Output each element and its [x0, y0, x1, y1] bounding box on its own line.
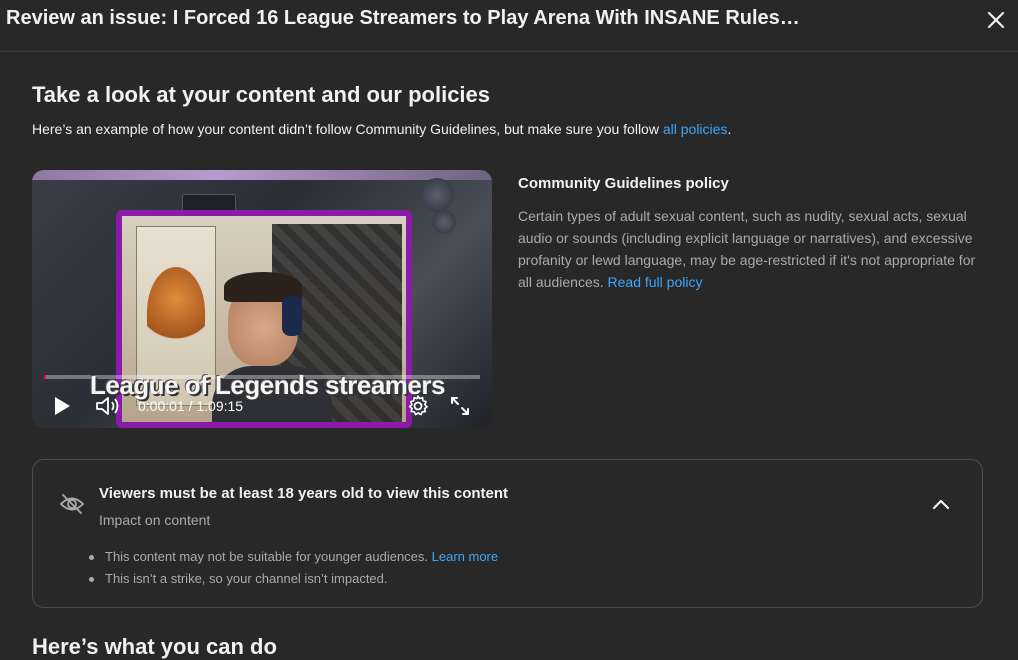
close-button[interactable] [982, 6, 1010, 34]
list-item: This isn’t a strike, so your channel isn… [89, 568, 498, 590]
policy-title: Community Guidelines policy [518, 175, 729, 192]
impact-card: Viewers must be at least 18 years old to… [32, 459, 983, 608]
video-caption: League of Legends streamers [90, 370, 445, 400]
play-button[interactable] [50, 394, 74, 418]
bullet-dot [89, 555, 94, 560]
collapse-button[interactable] [929, 492, 953, 516]
settings-gear-icon [408, 395, 428, 416]
dialog-header: Review an issue: I Forced 16 League Stre… [0, 0, 1018, 52]
close-icon [987, 11, 1005, 29]
fullscreen-icon [451, 397, 469, 415]
policy-description: Certain types of adult sexual content, s… [518, 205, 988, 293]
intro-prefix: Here’s an example of how your content di… [32, 121, 663, 137]
impact-bullets: This content may not be suitable for you… [89, 546, 498, 590]
volume-icon [96, 397, 119, 415]
video-progress-fill [44, 375, 47, 379]
intro-text: Here’s an example of how your content di… [32, 121, 731, 137]
bullet-dot [89, 577, 94, 582]
eye-off-icon [59, 491, 85, 517]
video-headset [282, 296, 302, 336]
all-policies-link[interactable]: all policies [663, 121, 728, 137]
bullet-text: This isn’t a strike, so your channel isn… [105, 571, 388, 586]
list-item: This content may not be suitable for you… [89, 546, 498, 568]
video-frame-strip [32, 170, 492, 180]
dialog-title: Review an issue: I Forced 16 League Stre… [6, 7, 800, 29]
next-section-title: Here’s what you can do [32, 634, 277, 659]
settings-button[interactable] [406, 394, 430, 418]
bullet-text: This content may not be suitable for you… [105, 549, 432, 564]
volume-button[interactable] [94, 394, 122, 418]
learn-more-link[interactable]: Learn more [432, 549, 498, 564]
read-full-policy-link[interactable]: Read full policy [608, 274, 703, 290]
video-game-orb [420, 178, 454, 212]
policy-text: Certain types of adult sexual content, s… [518, 208, 976, 290]
video-game-orb [432, 210, 456, 234]
impact-subtitle: Impact on content [99, 512, 211, 528]
impact-title: Viewers must be at least 18 years old to… [99, 485, 509, 502]
intro-suffix: . [727, 121, 732, 137]
section-title: Take a look at your content and our poli… [32, 82, 491, 107]
chevron-up-icon [932, 499, 950, 510]
video-player[interactable]: League of Legends streamers 0:00:01 / 1:… [32, 170, 492, 428]
fullscreen-button[interactable] [448, 394, 472, 418]
video-time: 0:00:01 / 1:09:15 [138, 398, 244, 414]
play-icon [55, 397, 70, 415]
video-poster-art [147, 267, 205, 357]
